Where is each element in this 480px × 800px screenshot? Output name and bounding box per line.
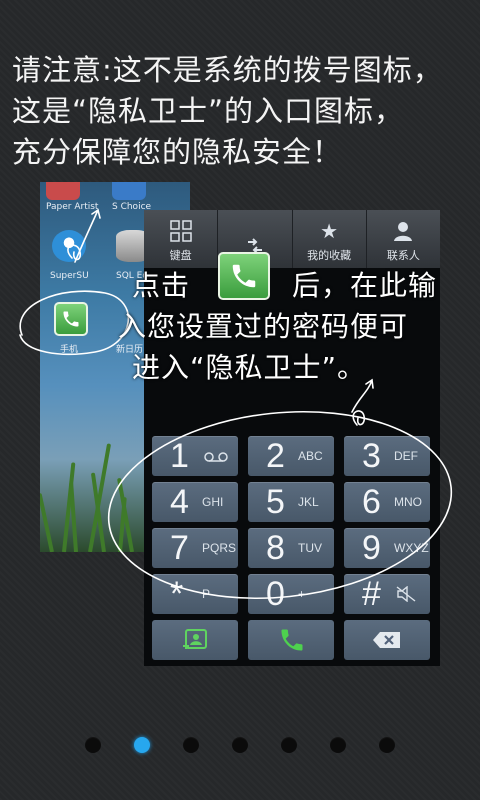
- page-dot-6[interactable]: [330, 737, 346, 753]
- overlay-line-2: 入您设置过的密码便可: [118, 310, 409, 343]
- page-dot-7[interactable]: [379, 737, 395, 753]
- overlay-line-3: 进入“隐私卫士”。: [132, 351, 367, 384]
- circle-annotation: [19, 290, 130, 355]
- overlay-line-1a: 点击: [132, 269, 191, 302]
- overlay-line-1b: 后，在此输: [292, 269, 438, 302]
- privacy-guard-phone-icon: [218, 252, 270, 300]
- arrow-annotation: [74, 208, 101, 263]
- page-dot-1[interactable]: [85, 737, 101, 753]
- keypad-ellipse-annotation: [107, 410, 453, 600]
- page-dot-3[interactable]: [183, 737, 199, 753]
- page-dot-5[interactable]: [281, 737, 297, 753]
- handset-icon: [232, 264, 256, 288]
- page-dot-2-active[interactable]: [134, 737, 150, 753]
- page-dot-4[interactable]: [232, 737, 248, 753]
- annotation-layer: [19, 208, 453, 600]
